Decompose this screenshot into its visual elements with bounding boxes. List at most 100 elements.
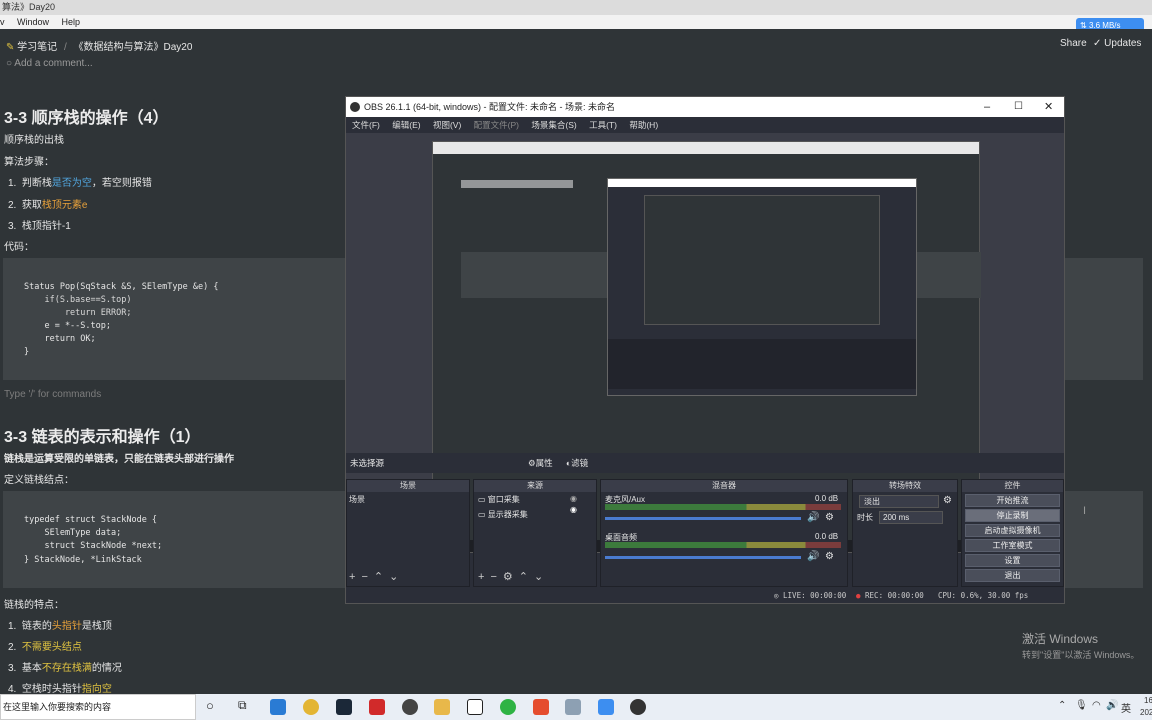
heading-linked-stack: 3-3 链表的表示和操作（1） <box>4 429 201 446</box>
down-icon[interactable]: ⌄ <box>389 571 404 583</box>
breadcrumb-page[interactable]: 《数据结构与算法》Day20 <box>74 42 193 53</box>
code-line: return ERROR; <box>24 308 132 318</box>
obs-logo-icon <box>350 102 360 112</box>
duration-label: 时长 <box>857 513 873 522</box>
app-gray-icon[interactable] <box>565 699 581 715</box>
eye-icon[interactable]: ◉ <box>570 494 577 503</box>
activation-watermark: 激活 Windows <box>1022 632 1099 646</box>
remove-icon[interactable]: − <box>361 571 373 583</box>
window-title-bar: 算法》Day20 <box>0 0 1152 15</box>
edge-icon[interactable] <box>270 699 286 715</box>
network-app-icon[interactable] <box>598 699 614 715</box>
scene-toolbar: +−⌃⌄ <box>349 570 404 583</box>
code-line: if(S.base==S.top) <box>24 295 132 305</box>
taskbar-search-input[interactable]: 在这里输入你要搜索的内容 <box>0 694 196 720</box>
clock-time[interactable]: 16 <box>1144 696 1152 705</box>
source-toolbar: +−⚙⌃⌄ <box>478 570 549 583</box>
scene-item[interactable]: 场景 <box>347 492 469 507</box>
eye-icon[interactable]: ◉ <box>570 505 577 514</box>
steps-label: 算法步骤： <box>4 157 54 168</box>
up-icon[interactable]: ⌃ <box>374 571 389 583</box>
exit-button[interactable]: 退出 <box>965 569 1060 582</box>
volume-slider[interactable] <box>605 517 801 520</box>
remove-icon[interactable]: − <box>490 571 502 583</box>
command-placeholder[interactable]: Type '/' for commands <box>4 389 101 400</box>
gear-icon[interactable]: ⚙ <box>503 571 519 583</box>
step-item: 1. 判断栈是否为空，若空则报错 <box>8 178 152 189</box>
clock-date[interactable]: 202 <box>1140 708 1152 717</box>
updates-button[interactable]: ✓ Updates <box>1093 38 1141 49</box>
obs-menu-profile[interactable]: 配置文件(P) <box>474 120 519 130</box>
cortana-icon[interactable]: ○ <box>206 698 214 713</box>
volume-icon[interactable]: 🔊 <box>1106 700 1118 711</box>
gear-icon[interactable]: ⚙ <box>825 512 834 523</box>
wifi-icon[interactable]: ◠ <box>1092 700 1101 711</box>
wechat-icon[interactable] <box>500 699 516 715</box>
share-button[interactable]: Share <box>1060 38 1087 49</box>
wps-icon[interactable] <box>533 699 549 715</box>
gear-icon[interactable]: ⚙ <box>825 551 834 562</box>
source-item-window-capture[interactable]: ▭ 窗口采集 <box>474 492 596 507</box>
chrome-icon[interactable] <box>303 699 319 715</box>
settings-button[interactable]: 设置 <box>965 554 1060 567</box>
properties-button[interactable]: ⚙属性 <box>528 453 553 473</box>
code-block-stacknode[interactable] <box>3 491 345 588</box>
gear-icon[interactable]: ⚙ <box>943 495 952 506</box>
close-icon[interactable]: ✕ <box>1044 97 1053 117</box>
heading-stack-ops: 3-3 顺序栈的操作（4） <box>4 110 169 127</box>
obs-menu-edit[interactable]: 编辑(E) <box>392 120 420 130</box>
preview-heading <box>461 180 573 188</box>
clock-app-icon[interactable] <box>402 699 418 715</box>
feature-item: 1. 链表的头指针是栈顶 <box>8 621 112 632</box>
obs-menu-view[interactable]: 视图(V) <box>433 120 461 130</box>
volume-slider[interactable] <box>605 556 801 559</box>
task-view-icon[interactable]: ⧉ <box>238 698 247 713</box>
code-line: return OK; <box>24 334 96 344</box>
code-block-pop[interactable] <box>3 258 345 380</box>
menu-item-v[interactable]: v <box>0 17 5 27</box>
menu-item-help[interactable]: Help <box>62 17 81 27</box>
window-icon: ▭ <box>478 495 486 504</box>
menu-item-window[interactable]: Window <box>17 17 49 27</box>
breadcrumb: ✎ 学习笔记 / 《数据结构与算法》Day20 <box>6 38 192 53</box>
up-icon[interactable]: ⌃ <box>519 571 534 583</box>
steam-icon[interactable] <box>336 699 352 715</box>
scenes-dock-title: 场景 <box>347 480 469 492</box>
obs-status-bar: ◎ LIVE: 00:00:00 ● REC: 00:00:00 CPU: 0.… <box>346 589 1064 603</box>
obs-menu-scene-collection[interactable]: 场景集合(S) <box>531 120 576 130</box>
add-icon[interactable]: + <box>349 571 361 583</box>
controls-dock-title: 控件 <box>962 480 1063 492</box>
add-comment[interactable]: ○ Add a comment... <box>6 58 93 69</box>
obs-menu-bar: 文件(F) 编辑(E) 视图(V) 配置文件(P) 场景集合(S) 工具(T) … <box>346 117 1064 133</box>
microphone-icon[interactable]: 🎙 <box>1075 700 1088 711</box>
minimize-icon[interactable]: – <box>984 97 990 117</box>
duration-input[interactable]: 200 ms <box>879 511 943 524</box>
app-red-icon[interactable] <box>369 699 385 715</box>
tray-chevron-icon[interactable]: ⌃ <box>1058 700 1066 711</box>
start-virtual-camera-button[interactable]: 启动虚拟摄像机 <box>965 524 1060 537</box>
input-language[interactable]: 英 <box>1121 700 1131 715</box>
transition-select[interactable]: 淡出 <box>859 495 939 508</box>
obs-menu-help[interactable]: 帮助(H) <box>629 120 658 130</box>
feature-item: 3. 基本不存在栈满的情况 <box>8 663 122 674</box>
source-item-display-capture[interactable]: ▭ 显示器采集 <box>474 507 596 522</box>
file-explorer-icon[interactable] <box>434 699 450 715</box>
filters-button[interactable]: ◐滤镜 <box>566 453 588 473</box>
menu-bar: v Window Help <box>0 15 1152 29</box>
obs-menu-tools[interactable]: 工具(T) <box>589 120 617 130</box>
properties-label: 属性 <box>535 458 553 468</box>
studio-mode-button[interactable]: 工作室模式 <box>965 539 1060 552</box>
obs-menu-file[interactable]: 文件(F) <box>352 120 380 130</box>
add-icon[interactable]: + <box>478 571 490 583</box>
speaker-icon[interactable]: 🔊 <box>807 512 819 523</box>
speaker-icon[interactable]: 🔊 <box>807 551 819 562</box>
start-streaming-button[interactable]: 开始推流 <box>965 494 1060 507</box>
no-source-selected: 未选择源 <box>350 458 385 468</box>
breadcrumb-workspace[interactable]: 学习笔记 <box>17 42 57 53</box>
filters-label: 滤镜 <box>571 458 589 468</box>
obs-taskbar-icon[interactable] <box>630 699 646 715</box>
down-icon[interactable]: ⌄ <box>534 571 549 583</box>
stop-recording-button[interactable]: 停止录制 <box>965 509 1060 522</box>
maximize-icon[interactable]: ☐ <box>1014 97 1023 117</box>
notion-icon[interactable] <box>467 699 483 715</box>
